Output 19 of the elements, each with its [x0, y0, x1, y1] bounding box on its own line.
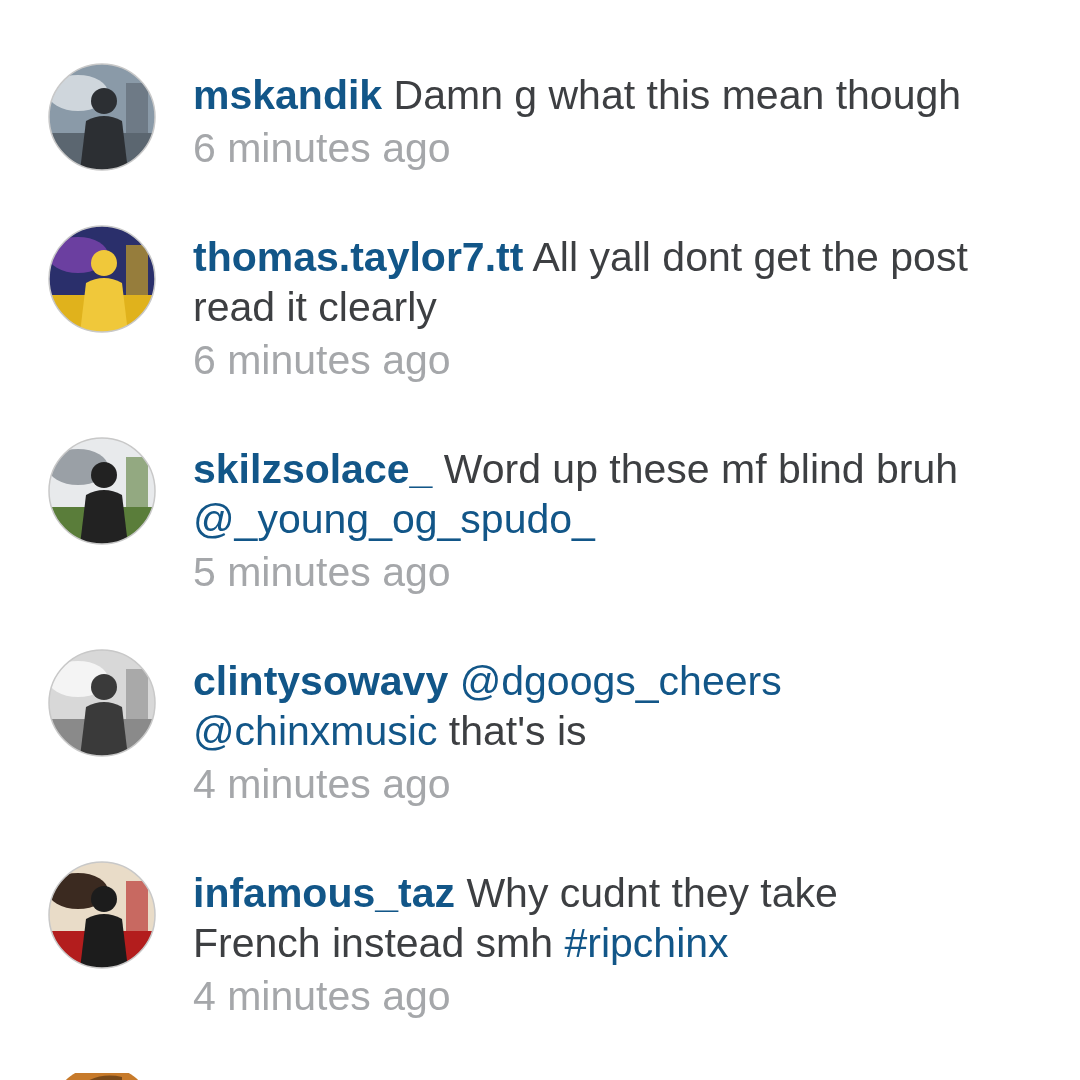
- comment-time: 6 minutes ago: [193, 124, 452, 173]
- username-link[interactable]: thomas.taylor7.tt: [193, 234, 524, 280]
- username-link[interactable]: skilzsolace_: [193, 446, 433, 492]
- comment-text: skilzsolace_ Word up these mf blind bruh @_young_og_spudo_: [193, 445, 960, 544]
- hashtag-link[interactable]: #ripchinx: [564, 920, 729, 966]
- comment-text: mskandik Damn g what this mean though: [193, 71, 963, 120]
- username-link[interactable]: infamous_taz: [193, 870, 455, 916]
- mention-link[interactable]: @_young_og_spudo_: [193, 496, 595, 542]
- username-link[interactable]: clintysowavy: [193, 658, 449, 704]
- mention-link[interactable]: @chinxmusic: [193, 708, 438, 754]
- username-link[interactable]: mskandik: [193, 72, 383, 118]
- mention-link[interactable]: @dgoogs_cheers: [459, 658, 782, 704]
- comment-text: thomas.taylor7.tt All yall dont get the post read it clearly: [193, 233, 968, 332]
- comment-time: 4 minutes ago: [193, 972, 452, 1021]
- comment-text: infamous_taz Why cudnt they take French instead smh #ripchinx: [193, 869, 839, 968]
- comment-text: clintysowavy @dgoogs_cheers @chinxmusic that's is: [193, 657, 783, 756]
- comment-time: 6 minutes ago: [193, 336, 452, 385]
- comment-time: 5 minutes ago: [193, 548, 452, 597]
- comment-time: 4 minutes ago: [193, 760, 452, 809]
